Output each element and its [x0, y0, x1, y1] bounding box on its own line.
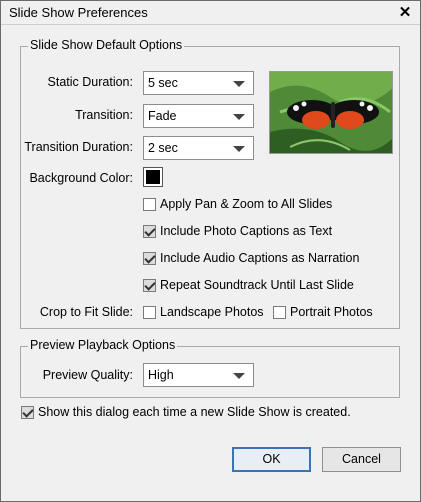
pan-zoom-checkbox[interactable]: [143, 198, 156, 211]
preview-quality-value: High: [148, 368, 174, 382]
audio-captions-checkbox[interactable]: [143, 252, 156, 265]
preview-quality-label: Preview Quality:: [42, 368, 133, 382]
transition-duration-value: 2 sec: [148, 141, 178, 155]
chevron-down-icon: [233, 81, 245, 87]
background-color-fill: [146, 170, 160, 184]
transition-label: Transition:: [75, 108, 133, 122]
portrait-photos-checkbox[interactable]: [273, 306, 286, 319]
landscape-photos-checkbox[interactable]: [143, 306, 156, 319]
cancel-button[interactable]: Cancel: [322, 447, 401, 472]
landscape-photos-label[interactable]: Landscape Photos: [160, 305, 264, 319]
default-options-legend: Slide Show Default Options: [28, 38, 185, 52]
portrait-photos-label[interactable]: Portrait Photos: [290, 305, 373, 319]
window-title: Slide Show Preferences: [9, 5, 148, 20]
preview-options-legend: Preview Playback Options: [28, 338, 178, 352]
chevron-down-icon: [233, 373, 245, 379]
static-duration-value: 5 sec: [148, 76, 178, 90]
photo-captions-label[interactable]: Include Photo Captions as Text: [160, 224, 332, 238]
ok-button[interactable]: OK: [232, 447, 311, 472]
background-color-label: Background Color:: [29, 171, 133, 185]
slide-preview-thumbnail: [269, 71, 393, 154]
pan-zoom-label[interactable]: Apply Pan & Zoom to All Slides: [160, 197, 332, 211]
chevron-down-icon: [233, 114, 245, 120]
butterfly-image: [270, 72, 392, 153]
title-bar: Slide Show Preferences ✕: [1, 1, 420, 25]
transition-select[interactable]: Fade: [143, 104, 254, 128]
close-icon[interactable]: ✕: [394, 3, 416, 23]
transition-duration-label: Transition Duration:: [24, 140, 133, 154]
audio-captions-label[interactable]: Include Audio Captions as Narration: [160, 251, 359, 265]
photo-captions-checkbox[interactable]: [143, 225, 156, 238]
chevron-down-icon: [233, 146, 245, 152]
static-duration-label: Static Duration:: [47, 75, 133, 89]
background-color-swatch[interactable]: [143, 167, 163, 187]
show-dialog-checkbox[interactable]: [21, 406, 34, 419]
static-duration-select[interactable]: 5 sec: [143, 71, 254, 95]
repeat-soundtrack-label[interactable]: Repeat Soundtrack Until Last Slide: [160, 278, 354, 292]
show-dialog-label[interactable]: Show this dialog each time a new Slide S…: [38, 405, 351, 419]
preview-quality-select[interactable]: High: [143, 363, 254, 387]
transition-duration-select[interactable]: 2 sec: [143, 136, 254, 160]
repeat-soundtrack-checkbox[interactable]: [143, 279, 156, 292]
crop-to-fit-label: Crop to Fit Slide:: [39, 305, 133, 319]
transition-value: Fade: [148, 109, 177, 123]
preferences-dialog: Slide Show Preferences ✕ Slide Show Defa…: [0, 0, 421, 502]
